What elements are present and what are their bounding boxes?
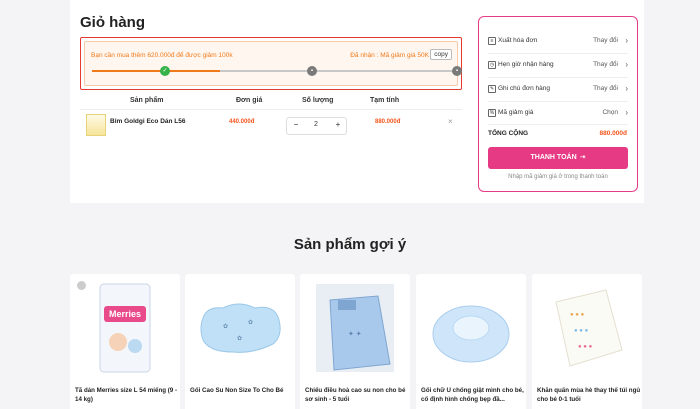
- login-arrow-icon: ⇥: [579, 154, 586, 161]
- summary-row-label: Hẹn giờ nhận hàng: [498, 61, 554, 68]
- column-header-subtotal: Tạm tính: [370, 97, 400, 104]
- summary-row-order-note[interactable]: ✎ Ghi chú đơn hàng Thay đổi ›: [488, 84, 628, 96]
- table-divider: [80, 109, 462, 110]
- chevron-right-icon: ›: [625, 84, 628, 93]
- remove-item-icon[interactable]: ×: [448, 117, 453, 126]
- product-image: [432, 305, 510, 363]
- product-card-name[interactable]: Gối Cao Su Non Size To Cho Bé: [190, 386, 294, 395]
- check-icon: ✓: [160, 66, 170, 76]
- summary-row-invoice[interactable]: ≡ Xuất hóa đơn Thay đổi ›: [488, 36, 628, 48]
- summary-divider: [488, 77, 628, 78]
- product-name[interactable]: Bỉm Goldgi Eco Dán L56: [110, 118, 185, 125]
- summary-row-label: Mã giảm giá: [498, 109, 534, 116]
- coupon-note: Nhập mã giảm giá ở trong thanh toán: [508, 174, 608, 180]
- checkout-label: THANH TOÁN: [530, 154, 577, 161]
- summary-row-label: Xuất hóa đơn: [498, 37, 538, 44]
- product-card-name[interactable]: Gối chữ U chống giật mình cho bé, cố địn…: [421, 386, 525, 404]
- summary-divider: [488, 124, 628, 125]
- copy-button[interactable]: copy: [430, 49, 452, 60]
- product-line-total: 880.000đ: [375, 119, 401, 125]
- product-image: ✿ ✿ ✿: [200, 303, 281, 353]
- summary-row-label: Ghi chú đơn hàng: [498, 85, 550, 92]
- column-header-quantity: Số lượng: [302, 97, 334, 104]
- svg-text:● ● ●: ● ● ●: [570, 312, 585, 318]
- promo-progress-box: Bạn cần mua thêm 620.000đ để được giảm 1…: [80, 37, 462, 90]
- total-label: TỔNG CỘNG: [488, 130, 529, 137]
- svg-text:✿: ✿: [248, 319, 253, 326]
- svg-text:✦ ✦: ✦ ✦: [348, 330, 362, 338]
- merries-logo: Merries: [109, 309, 141, 319]
- gift-icon: ▪: [307, 66, 317, 76]
- product-card[interactable]: ✦ ✦ Chiếu điều hoà cao su non cho bé sơ …: [300, 274, 410, 409]
- promo-track-fill: [92, 70, 220, 72]
- product-unit-price: 440.000đ: [229, 119, 255, 125]
- product-card[interactable]: Merries Tã dán Merries size L 54 miếng (…: [70, 274, 180, 409]
- cart-title: Giỏ hàng: [80, 14, 145, 31]
- clock-icon: ◷: [488, 61, 496, 69]
- svg-text:✿: ✿: [223, 323, 228, 330]
- column-header-product: Sản phẩm: [130, 97, 164, 104]
- plus-icon[interactable]: +: [331, 120, 345, 129]
- chevron-right-icon: ›: [625, 60, 628, 69]
- product-card[interactable]: Gối chữ U chống giật mình cho bé, cố địn…: [416, 274, 526, 409]
- svg-text:● ● ●: ● ● ●: [578, 344, 593, 350]
- summary-row-action[interactable]: Thay đổi: [593, 61, 618, 68]
- product-card-name[interactable]: Chiếu điều hoà cao su non cho bé sơ sinh…: [305, 386, 409, 404]
- chevron-right-icon: ›: [625, 108, 628, 117]
- chevron-right-icon: ›: [625, 36, 628, 45]
- recommendations-title: Sản phẩm gợi ý: [293, 236, 407, 253]
- quantity-stepper: − 2 +: [286, 117, 347, 135]
- coupon-icon: %: [488, 109, 496, 117]
- summary-row-coupon[interactable]: % Mã giảm giá Chọn ›: [488, 108, 628, 120]
- product-card[interactable]: ✿ ✿ ✿ Gối Cao Su Non Size To Cho Bé: [185, 274, 295, 409]
- summary-divider: [488, 53, 628, 54]
- column-header-price: Đơn giá: [236, 97, 263, 104]
- summary-row-delivery-time[interactable]: ◷ Hẹn giờ nhận hàng Thay đổi ›: [488, 60, 628, 72]
- total-value: 880.000đ: [599, 130, 627, 137]
- summary-divider: [488, 101, 628, 102]
- product-image: ✦ ✦: [316, 284, 394, 372]
- promo-message: Bạn cần mua thêm 620.000đ để được giảm 1…: [91, 52, 233, 59]
- order-summary: ≡ Xuất hóa đơn Thay đổi › ◷ Hẹn giờ nhận…: [478, 16, 638, 192]
- checkout-button[interactable]: THANH TOÁN ⇥: [488, 147, 628, 169]
- summary-row-action[interactable]: Chọn: [602, 109, 618, 116]
- product-card-name[interactable]: Khăn quấn mùa hè thay thế túi ngủ cho bé…: [537, 386, 641, 404]
- receipt-icon: ≡: [488, 37, 496, 45]
- product-image: Merries: [99, 283, 151, 373]
- product-card[interactable]: ● ● ● ● ● ● ● ● ● Khăn quấn mùa hè thay …: [532, 274, 642, 409]
- svg-text:✿: ✿: [237, 335, 242, 342]
- product-thumbnail[interactable]: [86, 114, 106, 136]
- gift-icon: ▪: [452, 66, 462, 76]
- product-card-name[interactable]: Tã dán Merries size L 54 miếng (9 - 14 k…: [75, 386, 179, 404]
- promo-received: Đã nhận : Mã giảm giá 50K: [350, 52, 429, 59]
- minus-icon[interactable]: −: [289, 120, 303, 129]
- note-icon: ✎: [488, 85, 496, 93]
- quantity-value[interactable]: 2: [309, 121, 323, 128]
- product-image: ● ● ● ● ● ● ● ● ●: [555, 289, 623, 367]
- promo-inner: Bạn cần mua thêm 620.000đ để được giảm 1…: [84, 41, 462, 86]
- summary-row-action[interactable]: Thay đổi: [593, 85, 618, 92]
- svg-text:● ● ●: ● ● ●: [574, 328, 589, 334]
- summary-row-action[interactable]: Thay đổi: [593, 37, 618, 44]
